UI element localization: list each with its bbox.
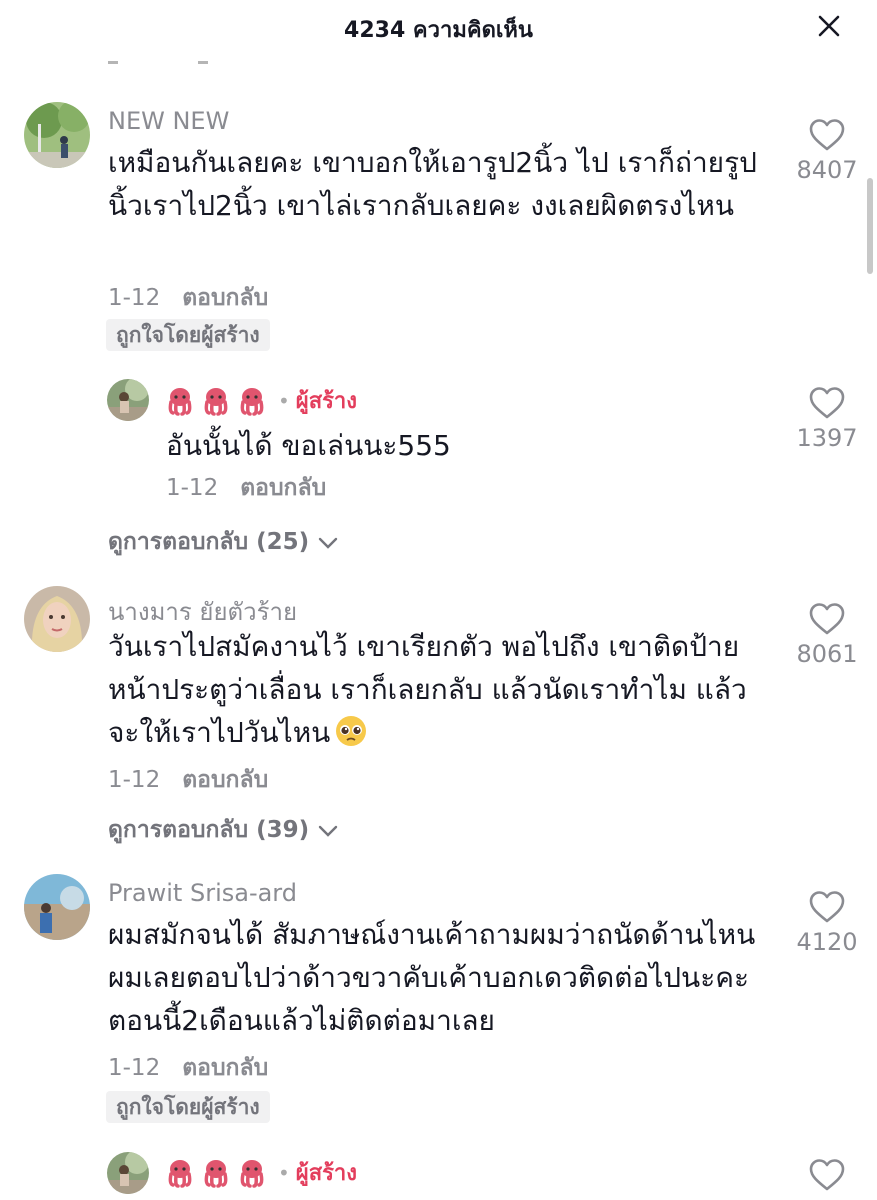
view-replies-button[interactable]: ดูการตอบกลับ (25) [108,524,339,560]
reply-button[interactable]: ตอบกลับ [182,285,268,311]
heart-outline-icon [809,603,845,635]
comment-date: 1-12 [108,285,161,311]
comment-text: วันเราไปสมัคงานไว้ เขาเรียกตัว พอไปถึง เ… [108,625,768,754]
creator-reply-meta: 1-12 ตอบกลับ [166,470,326,506]
comment-text: เหมือนกันเลยคะ เขาบอกให้เอารูป2นิ้ว ไป เ… [108,146,757,222]
like-count: 8061 [796,640,858,668]
like-button[interactable]: 8061 [795,602,859,668]
creator-reply-text: อันนั้นได้ ขอเล่นนะ555 [166,429,451,462]
like-button[interactable]: 8407 [795,118,859,184]
comment-username[interactable]: NEW NEW [108,107,229,135]
comment-date: 1-12 [108,767,161,793]
octopus-emoji-icon [204,387,228,416]
like-count: 4120 [796,928,858,956]
chevron-down-icon [318,537,338,549]
creator-reply-name[interactable]: • ผู้สร้าง [166,1155,357,1190]
comment-text-body: วันเราไปสมัคงานไว้ เขาเรียกตัว พอไปถึง เ… [108,630,747,749]
comment-date: 1-12 [108,1055,161,1081]
creator-reply-name[interactable]: • ผู้สร้าง [166,383,357,418]
close-icon[interactable] [815,12,843,40]
reply-button[interactable]: ตอบกลับ [182,767,268,793]
comment-username[interactable]: Prawit Srisa-ard [108,879,297,907]
like-count: 1397 [796,424,858,452]
octopus-emoji-icon [204,1159,228,1188]
comments-count-title: 4234 ความคิดเห็น [344,18,533,43]
avatar[interactable] [24,874,90,940]
view-replies-label: ดูการตอบกลับ (25) [108,529,310,555]
view-replies-button[interactable]: ดูการตอบกลับ (39) [108,812,339,848]
comment-meta: 1-12 ตอบกลับ [108,762,268,798]
liked-by-creator-badge: ถูกใจโดยผู้สร้าง [106,1091,270,1123]
like-button[interactable] [795,1158,859,1192]
octopus-emoji-icon [240,387,264,416]
creator-label: ผู้สร้าง [295,389,358,414]
heart-outline-icon [809,387,845,419]
liked-by-creator-badge: ถูกใจโดยผู้สร้าง [106,319,270,351]
heart-outline-icon [809,1159,845,1191]
comment-meta: 1-12 ตอบกลับ [108,1050,268,1086]
creator-avatar[interactable] [107,1152,149,1194]
avatar[interactable] [24,102,90,168]
comment-text: ผมสมักจนได้ สัมภาษณ์งานเค้าถามผมว่าถนัดด… [108,918,756,1037]
octopus-emoji-icon [168,387,192,416]
like-button[interactable]: 4120 [795,890,859,956]
like-button[interactable]: 1397 [795,386,859,452]
separator-dot: • [278,1160,290,1185]
comment-meta: 1-12 ตอบกลับ [108,280,268,316]
avatar[interactable] [24,586,90,652]
reply-button[interactable]: ตอบกลับ [182,1055,268,1081]
creator-label: ผู้สร้าง [295,1161,358,1186]
heart-outline-icon [809,891,845,923]
view-replies-label: ดูการตอบกลับ (39) [108,817,310,843]
pleading-face-emoji [336,716,367,746]
scrollbar[interactable] [867,178,873,274]
reply-date: 1-12 [166,475,219,501]
creator-avatar[interactable] [107,379,149,421]
separator-dot: • [278,388,290,413]
like-count: 8407 [796,156,858,184]
octopus-emoji-icon [168,1159,192,1188]
reply-button[interactable]: ตอบกลับ [240,475,326,501]
comments-header: 4234 ความคิดเห็น [0,0,877,56]
heart-outline-icon [809,119,845,151]
chevron-down-icon [318,825,338,837]
octopus-emoji-icon [240,1159,264,1188]
